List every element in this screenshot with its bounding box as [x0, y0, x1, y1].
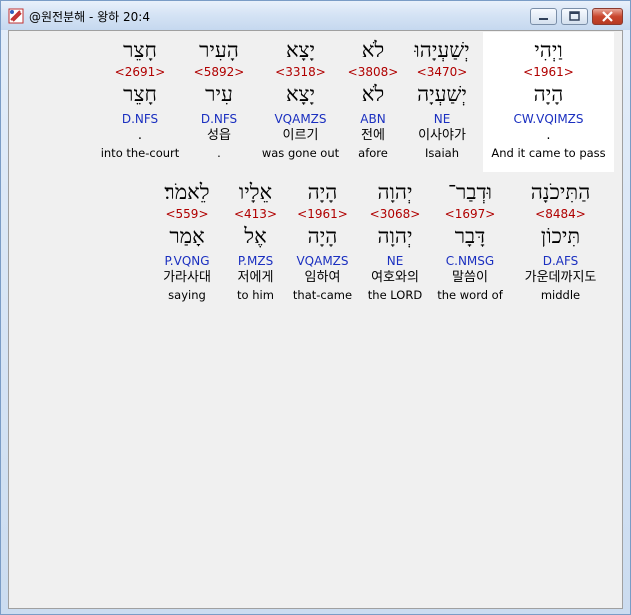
strong-number[interactable]: <2691>: [99, 65, 181, 79]
window-title: @원전분해 - 왕하 20:4: [29, 10, 150, 24]
hebrew-lemma: לֹא: [361, 82, 385, 106]
english-gloss: .: [217, 146, 221, 160]
korean-gloss: .: [546, 128, 551, 143]
english-gloss: Isaiah: [425, 146, 459, 160]
grammar-code: ABN: [360, 112, 386, 126]
title-bar[interactable]: @원전분해 - 왕하 20:4: [1, 1, 630, 30]
word-cell[interactable]: יָצָא <3318> יָצָא VQAMZS 이르기 was gone o…: [256, 38, 345, 168]
hebrew-word: יָצָא: [285, 38, 316, 62]
hebrew-lemma: חָצֵר: [123, 82, 157, 106]
grammar-code: D.NFS: [121, 112, 159, 126]
hebrew-word: וּדְבַר־: [448, 180, 492, 204]
hebrew-lemma: עִיר: [205, 82, 233, 106]
grammar-code: P.MZS: [237, 254, 274, 268]
hebrew-word: יְהוָה: [377, 180, 413, 204]
interlinear-panel[interactable]: וַיְהִי <1961> הָיָה CW.VQIMZS . And it …: [8, 30, 623, 609]
app-window: @원전분해 - 왕하 20:4 וַיְהִי <1961> הָיָה CW.…: [0, 0, 631, 615]
close-button[interactable]: [592, 8, 623, 25]
english-gloss: into the-court: [100, 146, 180, 160]
hebrew-word: לֹא: [361, 38, 385, 62]
strong-number[interactable]: <1961>: [483, 65, 614, 79]
word-cell[interactable]: וּדְבַר־ <1697> דָּבָר C.NMSG 말씀이 the wo…: [431, 180, 509, 310]
word-cell[interactable]: הָעִיר <5892> עִיר D.NFS 성읍 .: [189, 38, 249, 168]
korean-gloss: 임하여: [304, 270, 341, 285]
korean-gloss: .: [137, 128, 143, 143]
english-gloss: saying: [168, 288, 206, 302]
english-gloss: to him: [237, 288, 274, 302]
maximize-button[interactable]: [561, 8, 588, 25]
hebrew-lemma: הָיָה: [533, 82, 564, 106]
english-gloss: the LORD: [367, 288, 423, 302]
hebrew-lemma: דָּבָר: [454, 224, 486, 248]
strong-number[interactable]: <3068>: [359, 207, 431, 221]
grammar-code: VQAMZS: [274, 112, 327, 126]
grammar-code: CW.VQIMZS: [513, 112, 584, 126]
strong-number[interactable]: <5892>: [189, 65, 249, 79]
grammar-code: VQAMZS: [296, 254, 349, 268]
strong-number[interactable]: <3808>: [345, 65, 401, 79]
hebrew-word: הָעִיר: [199, 38, 239, 62]
english-gloss: that-came: [292, 288, 353, 302]
korean-gloss: 가라사대: [163, 270, 211, 285]
word-cell[interactable]: חָצֵר <2691> חָצֵר D.NFS . into the-cour…: [99, 38, 181, 168]
minimize-button[interactable]: [530, 8, 557, 25]
word-cell[interactable]: יְהוָה <3068> יְהוָה NE 여호와의 the LORD: [359, 180, 431, 310]
strong-number[interactable]: <1961>: [286, 207, 359, 221]
hebrew-lemma: אֶל: [244, 224, 267, 248]
hebrew-word: לֵאמֹר׃: [164, 180, 210, 204]
grammar-code: D.NFS: [200, 112, 238, 126]
hebrew-lemma: אָמַר: [169, 224, 205, 248]
english-gloss: was gone out: [261, 146, 340, 160]
korean-gloss: 이사야가: [418, 128, 466, 143]
hebrew-lemma: יְשַׁעְיָה: [417, 82, 467, 106]
strong-number[interactable]: <413>: [225, 207, 286, 221]
hebrew-word: הַתִּיכֹנָה: [530, 180, 591, 204]
app-icon: [8, 8, 24, 24]
strong-number[interactable]: <8484>: [509, 207, 612, 221]
korean-gloss: 저에게: [237, 270, 274, 285]
grammar-code: C.NMSG: [445, 254, 495, 268]
korean-gloss: 가운데까지도: [524, 270, 597, 285]
strong-number[interactable]: <1697>: [431, 207, 509, 221]
word-cell[interactable]: הָיָה <1961> הָיָה VQAMZS 임하여 that-came: [286, 180, 359, 310]
korean-gloss: 이르기: [282, 128, 319, 143]
word-cell[interactable]: הַתִּיכֹנָה <8484> תִּיכוֹן D.AFS 가운데까지도…: [509, 180, 612, 310]
word-cell[interactable]: יְשַׁעְיָהוּ <3470> יְשַׁעְיָה NE 이사야가 I…: [401, 38, 483, 168]
korean-gloss: 전에: [361, 128, 385, 143]
maximize-icon: [569, 11, 580, 21]
hebrew-word: וַיְהִי: [534, 38, 563, 62]
english-gloss: And it came to pass: [491, 146, 606, 160]
english-gloss: afore: [358, 146, 388, 160]
hebrew-word: אֵלָיו: [238, 180, 273, 204]
korean-gloss: 여호와의: [371, 270, 419, 285]
word-cell[interactable]: לֹא <3808> לֹא ABN 전에 afore: [345, 38, 401, 168]
korean-gloss: 말씀이: [452, 270, 488, 285]
minimize-icon: [539, 18, 548, 20]
korean-gloss: 성읍: [207, 128, 231, 143]
hebrew-lemma: יָצָא: [285, 82, 316, 106]
grammar-code: NE: [386, 254, 404, 268]
grammar-code: D.AFS: [542, 254, 579, 268]
strong-number[interactable]: <3470>: [401, 65, 483, 79]
grammar-code: P.VQNG: [164, 254, 210, 268]
hebrew-lemma: הָיָה: [307, 224, 338, 248]
hebrew-word: חָצֵר: [123, 38, 157, 62]
strong-number[interactable]: <3318>: [256, 65, 345, 79]
word-cell[interactable]: וַיְהִי <1961> הָיָה CW.VQIMZS . And it …: [483, 38, 614, 168]
grammar-code: NE: [433, 112, 451, 126]
english-gloss: the word of: [437, 288, 503, 302]
hebrew-word: הָיָה: [307, 180, 338, 204]
word-cell[interactable]: אֵלָיו <413> אֶל P.MZS 저에게 to him: [225, 180, 286, 310]
strong-number[interactable]: <559>: [149, 207, 225, 221]
close-icon: [602, 11, 613, 22]
hebrew-lemma: תִּיכוֹן: [540, 224, 581, 248]
hebrew-word: יְשַׁעְיָהוּ: [414, 38, 470, 62]
english-gloss: middle: [540, 288, 581, 302]
hebrew-lemma: יְהוָה: [377, 224, 413, 248]
word-cell[interactable]: לֵאמֹר׃ <559> אָמַר P.VQNG 가라사대 saying: [149, 180, 225, 310]
